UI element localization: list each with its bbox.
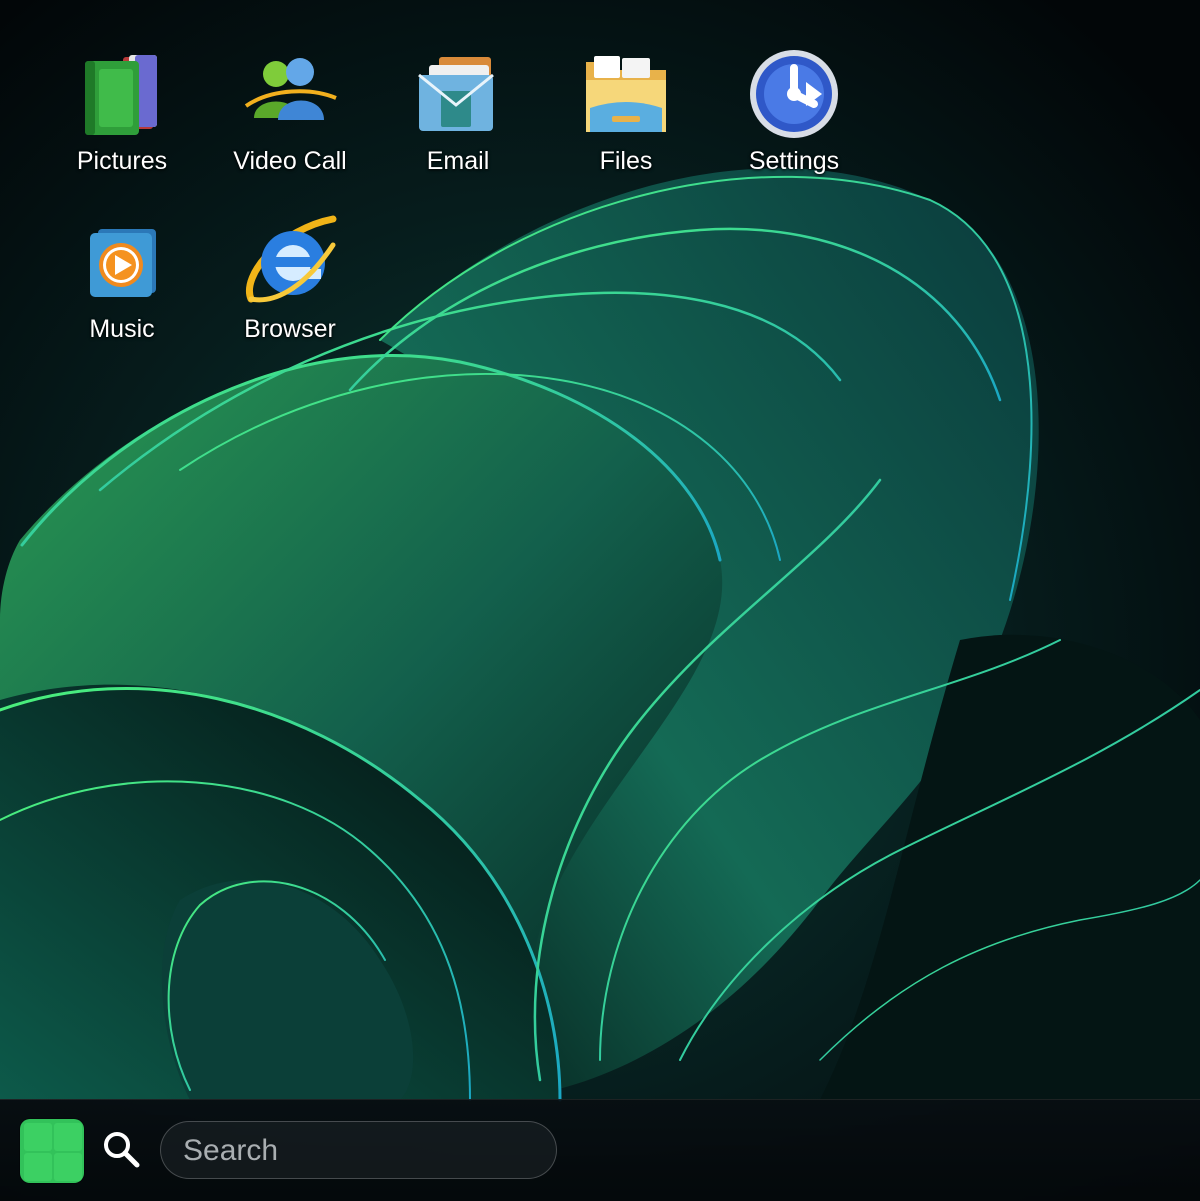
- start-button[interactable]: [20, 1119, 84, 1183]
- green-books-icon: [72, 44, 172, 144]
- media-player-icon: [72, 212, 172, 312]
- settings-arrow-icon: [744, 44, 844, 144]
- desktop-icon-label: Browser: [244, 315, 336, 343]
- desktop-icon-label: Files: [599, 147, 653, 175]
- internet-explorer-icon: [240, 212, 340, 312]
- folder-icon: [576, 44, 676, 144]
- desktop-icon-label: Music: [89, 315, 155, 343]
- desktop-icon-files[interactable]: Files: [542, 44, 710, 194]
- mail-envelope-icon: [408, 44, 508, 144]
- desktop-icon-label: Settings: [748, 147, 840, 175]
- desktop-icon-label: Video Call: [233, 147, 347, 175]
- desktop-icon-browser[interactable]: Browser: [206, 212, 374, 362]
- search-input[interactable]: [181, 1130, 545, 1172]
- search-box[interactable]: [160, 1121, 557, 1179]
- search-button[interactable]: [100, 1128, 144, 1172]
- desktop-icon-email[interactable]: Email: [374, 44, 542, 194]
- desktop-icon-video-call[interactable]: Video Call: [206, 44, 374, 194]
- desktop-icon-pictures[interactable]: Pictures: [38, 44, 206, 194]
- people-messenger-icon: [240, 44, 340, 144]
- desktop-icon-label: Email: [426, 147, 490, 175]
- windows-start-icon: [20, 1119, 84, 1183]
- desktop-icon-settings[interactable]: Settings: [710, 44, 878, 194]
- desktop-icon-label: Pictures: [76, 147, 168, 175]
- magnifier-icon: [104, 1132, 140, 1168]
- desktop-icon-music[interactable]: Music: [38, 212, 206, 362]
- taskbar: [0, 1099, 1200, 1201]
